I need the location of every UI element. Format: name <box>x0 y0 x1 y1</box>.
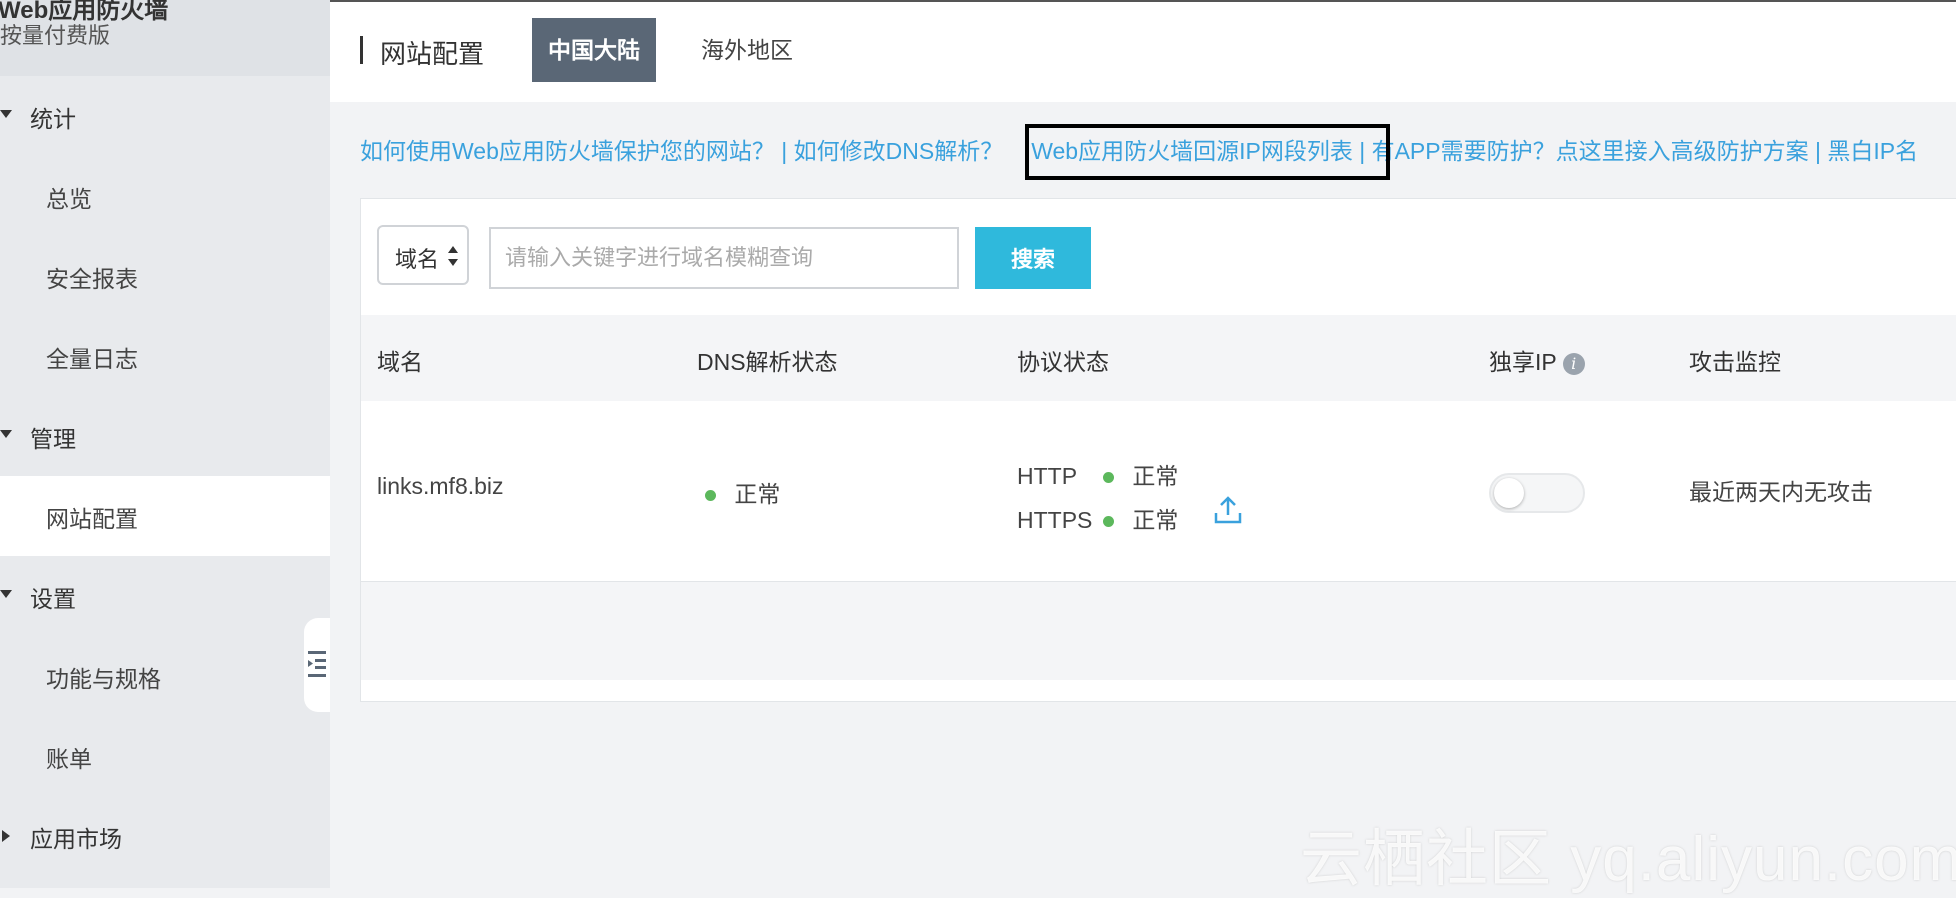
dns-status-cell: 正常 <box>705 475 780 509</box>
link-separator: | <box>774 138 794 164</box>
status-ok-dot <box>1103 516 1114 528</box>
highlight-box <box>1025 124 1390 180</box>
sidebar-group-label: 设置 <box>30 586 76 612</box>
column-protocol-status: 协议状态 <box>1017 349 1109 375</box>
caret-down-icon <box>0 430 12 438</box>
top-bar: 网站配置 中国大陆 海外地区 <box>330 0 1956 102</box>
sidebar-group-label: 应用市场 <box>30 826 122 852</box>
caret-right-icon <box>2 830 10 842</box>
status-ok-dot <box>705 490 716 502</box>
protocol-status-text: 正常 <box>1132 507 1179 533</box>
product-edition: 按量付费版 <box>0 23 111 48</box>
domain-list-panel: 域名 搜索 域名 DNS解析状态 协议状态 独享IPi 攻击监控 links.m… <box>360 198 1956 702</box>
protocol-name: HTTP <box>1017 463 1078 489</box>
domain-search-input[interactable] <box>489 227 959 289</box>
watermark: 云栖社区 yq.aliyun.com <box>1300 825 1956 894</box>
sidebar-header: Web应用防火墙 按量付费版 <box>0 0 330 76</box>
sidebar-item-label: 总览 <box>46 186 92 212</box>
protocol-status-text: 正常 <box>1132 463 1179 489</box>
link-ip-blackwhite-list[interactable]: 黑白IP名 <box>1827 138 1918 164</box>
tab-overseas[interactable]: 海外地区 <box>682 18 812 82</box>
column-dns-status: DNS解析状态 <box>697 349 838 375</box>
sidebar-group-label: 统计 <box>30 106 76 132</box>
search-field-select[interactable]: 域名 <box>377 225 469 285</box>
column-exclusive-ip-label: 独享IP <box>1489 349 1557 375</box>
exclusive-ip-toggle[interactable] <box>1489 473 1585 513</box>
column-attack-monitor: 攻击监控 <box>1689 349 1781 375</box>
status-ok-dot <box>1103 472 1114 484</box>
column-exclusive-ip: 独享IP i <box>1489 343 1585 377</box>
sidebar-item-label: 全量日志 <box>46 346 138 372</box>
table-header: 域名 DNS解析状态 协议状态 独享IP i 攻击监控 <box>361 315 1956 401</box>
sidebar-item-features-specs[interactable]: 功能与规格 <box>0 636 330 716</box>
sidebar-item-billing[interactable]: 账单 <box>0 716 330 796</box>
page-title: 网站配置 <box>380 39 485 69</box>
sidebar-group-manage[interactable]: 管理 <box>0 396 330 476</box>
attack-monitor-cell: 最近两天内无攻击 <box>1689 479 1873 505</box>
toggle-knob <box>1494 478 1524 508</box>
caret-down-icon <box>0 110 12 118</box>
table-row: links.mf8.biz 正常 HTTP 正常 HTTPS 正常 最近两天内无… <box>361 401 1956 582</box>
sidebar-item-security-report[interactable]: 安全报表 <box>0 236 330 316</box>
title-accent-bar <box>360 36 363 64</box>
sidebar: Web应用防火墙 按量付费版 统计 总览 安全报表 全量日志 管理 网站配置 设… <box>0 0 330 888</box>
link-how-to-protect[interactable]: 如何使用Web应用防火墙保护您的网站？ <box>360 138 775 164</box>
link-separator: | <box>1808 138 1828 164</box>
search-button[interactable]: 搜索 <box>975 227 1091 289</box>
sidebar-group-stats[interactable]: 统计 <box>0 76 330 156</box>
sidebar-group-app-market[interactable]: 应用市场 <box>0 796 330 876</box>
info-icon[interactable]: i <box>1562 352 1585 375</box>
select-arrows-icon <box>448 246 458 266</box>
caret-down-icon <box>0 590 12 598</box>
link-app-protection[interactable]: 有APP需要防护？点这里接入高级防护方案 <box>1372 138 1809 164</box>
sidebar-item-label: 网站配置 <box>46 506 138 532</box>
sidebar-item-label: 账单 <box>46 746 92 772</box>
link-modify-dns[interactable]: 如何修改DNS解析？ <box>794 138 1004 164</box>
upload-certificate-icon[interactable] <box>1213 495 1243 525</box>
table-footer <box>361 582 1956 680</box>
sidebar-item-website-config[interactable]: 网站配置 <box>0 476 330 556</box>
sidebar-collapse-button[interactable] <box>304 618 330 712</box>
protocol-https: HTTPS 正常 <box>1017 501 1178 535</box>
dns-status-text: 正常 <box>734 481 781 507</box>
collapse-menu-icon <box>308 651 326 677</box>
sidebar-item-full-logs[interactable]: 全量日志 <box>0 316 330 396</box>
sidebar-item-overview[interactable]: 总览 <box>0 156 330 236</box>
sidebar-item-label: 安全报表 <box>46 266 138 292</box>
select-value: 域名 <box>395 247 440 272</box>
protocol-http: HTTP 正常 <box>1017 457 1178 491</box>
sidebar-group-label: 管理 <box>30 426 76 452</box>
sidebar-group-settings[interactable]: 设置 <box>0 556 330 636</box>
tab-mainland-china[interactable]: 中国大陆 <box>532 18 656 82</box>
protocol-name: HTTPS <box>1017 507 1093 533</box>
column-domain: 域名 <box>377 349 423 375</box>
domain-cell: links.mf8.biz <box>377 473 504 499</box>
sidebar-item-label: 功能与规格 <box>46 666 161 692</box>
